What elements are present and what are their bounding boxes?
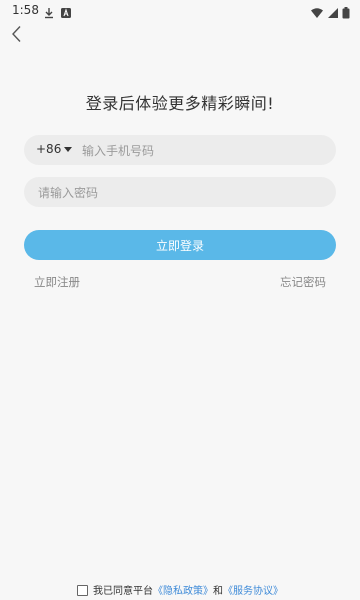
password-field-row [24,177,336,207]
agreement-conjunction: 和 [213,586,223,597]
agreement-row: 我已同意平台《隐私政策》和《服务协议》 [0,582,360,597]
back-button[interactable] [6,25,28,47]
phone-input[interactable] [80,139,324,163]
status-time: 1:58 [12,3,39,17]
agreement-checkbox[interactable] [77,585,88,596]
download-icon [43,4,55,19]
privacy-policy-link[interactable]: 《隐私政策》 [153,586,213,597]
login-button[interactable]: 立即登录 [24,230,336,260]
phone-field-row: +86 [24,135,336,165]
country-code-selector[interactable]: +86 [36,142,61,156]
battery-icon [342,4,350,19]
wifi-icon [310,4,324,18]
agreement-prefix: 我已同意平台 [93,586,153,597]
register-link[interactable]: 立即注册 [34,274,80,290]
forgot-password-link[interactable]: 忘记密码 [280,274,326,290]
password-input[interactable] [36,181,320,205]
page-title: 登录后体验更多精彩瞬间! [85,94,275,113]
terms-of-service-link[interactable]: 《服务协议》 [223,586,283,597]
a-badge-icon [60,4,72,18]
caret-down-icon[interactable] [64,147,72,152]
status-bar: 1:58 [0,0,360,20]
back-chevron-icon [10,25,24,47]
signal-icon [327,4,339,18]
